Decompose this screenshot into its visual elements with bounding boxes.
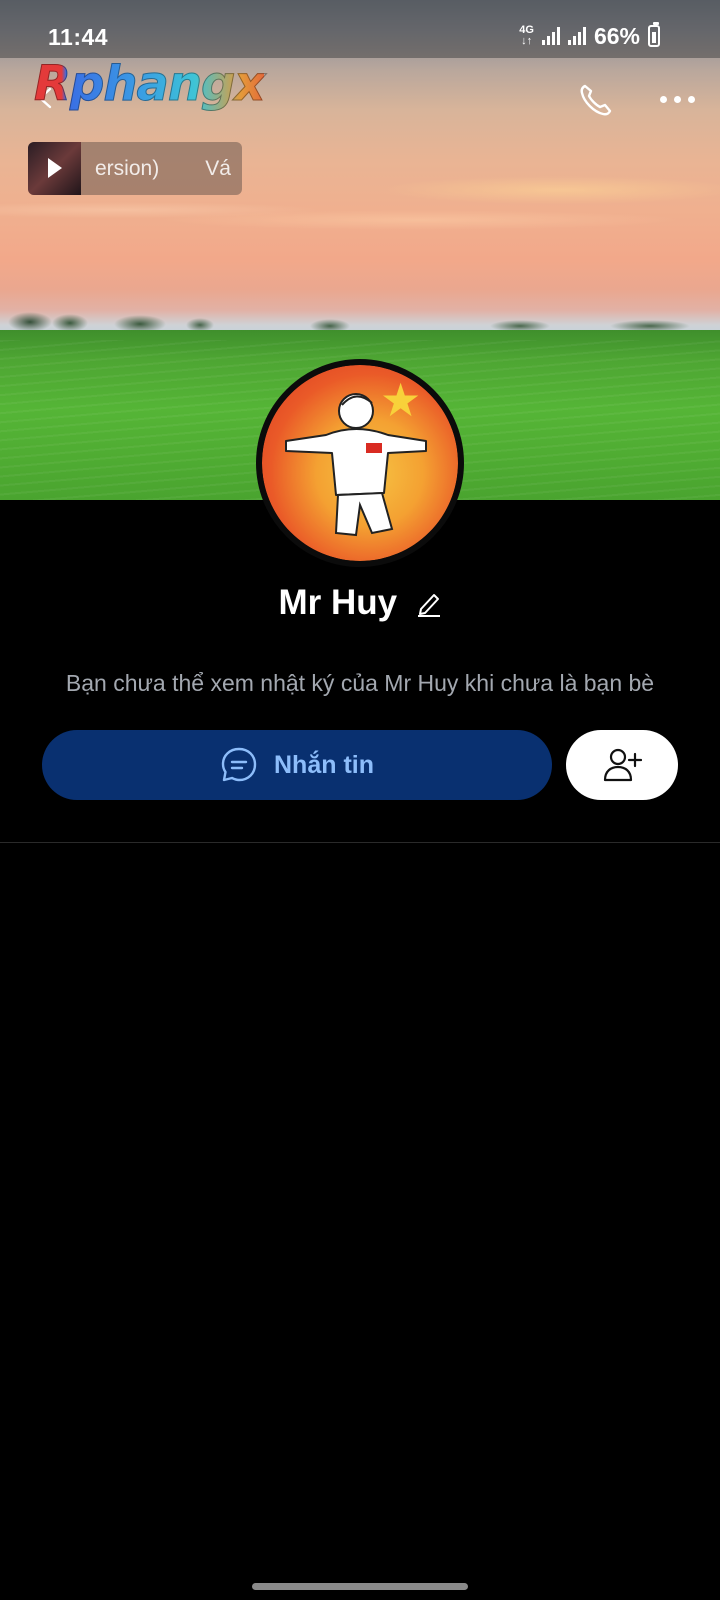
profile-name-row: Mr Huy (0, 583, 720, 633)
signal-icon (541, 27, 560, 45)
music-thumbnail (28, 142, 81, 195)
friend-restriction-notice: Bạn chưa thể xem nhật ký của Mr Huy khi … (65, 670, 655, 696)
network-type-label: 4G (519, 24, 534, 36)
avatar[interactable]: ★ (256, 359, 464, 567)
network-type-icon: 4G ↓↑ (519, 24, 534, 47)
status-indicators: 4G ↓↑ 66% (519, 22, 660, 50)
play-icon (48, 158, 62, 178)
add-friend-button[interactable] (566, 730, 678, 800)
add-friend-icon (603, 748, 642, 782)
battery-percent: 66% (593, 22, 640, 49)
phone-icon[interactable] (576, 80, 616, 120)
status-bar: 11:44 4G ↓↑ 66% (0, 0, 720, 58)
avatar-illustration (285, 393, 427, 537)
profile-music-chip[interactable]: ersion) Vá (28, 142, 242, 195)
profile-name: Mr Huy (278, 583, 398, 622)
music-marquee: ersion) Vá (95, 157, 231, 181)
signal-icon-sim2 (567, 27, 586, 45)
home-indicator[interactable] (252, 1583, 468, 1590)
battery-icon (648, 22, 660, 47)
watermark-logo: Rphangx (33, 56, 265, 113)
profile-screen: 11:44 4G ↓↑ 66% Rphangx ersion) Vá ★ Mr … (0, 0, 720, 1600)
more-icon[interactable] (660, 96, 696, 106)
section-divider (0, 842, 720, 843)
status-time: 11:44 (48, 24, 109, 50)
edit-pencil-icon[interactable] (416, 589, 442, 617)
music-title: ersion) (95, 156, 160, 180)
music-artist: Vá (205, 156, 231, 180)
message-button-label: Nhắn tin (274, 750, 374, 779)
message-button[interactable]: Nhắn tin (42, 730, 552, 800)
chat-bubble-icon (221, 747, 257, 782)
